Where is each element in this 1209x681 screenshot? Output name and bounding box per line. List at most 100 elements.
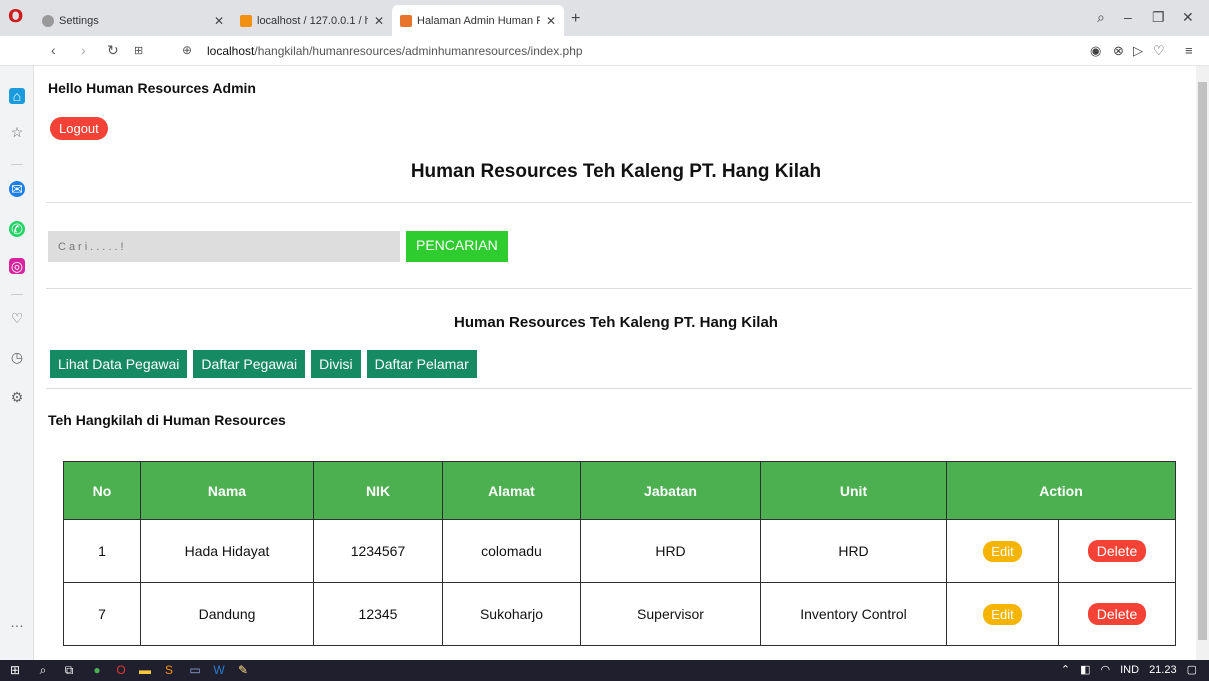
search-tabs-icon[interactable]: ⌕: [1097, 9, 1105, 26]
file-explorer-icon[interactable]: ▬: [138, 663, 152, 677]
cell-edit: Edit: [946, 582, 1059, 646]
adblock-icon[interactable]: ⊗: [1113, 43, 1124, 59]
share-icon[interactable]: ▷: [1133, 43, 1143, 59]
employee-table: No Nama NIK Alamat Jabatan Unit Action 1…: [63, 461, 1176, 646]
cell-jabatan: HRD: [580, 519, 761, 583]
phpmyadmin-icon: [240, 14, 252, 27]
column-header: Alamat: [442, 461, 581, 520]
tab-settings[interactable]: Settings ✕: [34, 5, 232, 36]
notification-icon[interactable]: ▢: [1187, 663, 1197, 676]
sidebar-divider: [11, 164, 23, 165]
cell-unit: HRD: [760, 519, 947, 583]
tab-phpmyadmin[interactable]: localhost / 127.0.0.1 / hang ✕: [232, 5, 392, 36]
close-window-icon[interactable]: ✕: [1182, 9, 1194, 26]
page-scrollbar[interactable]: [1196, 66, 1209, 660]
site-info-icon[interactable]: ⊕: [182, 43, 192, 57]
logout-button[interactable]: Logout: [50, 117, 108, 140]
reload-icon[interactable]: ↻: [107, 42, 119, 59]
view-employee-data-button[interactable]: Lihat Data Pegawai: [50, 350, 188, 378]
cell-jabatan: Supervisor: [580, 582, 761, 646]
new-tab-icon[interactable]: +: [571, 10, 580, 28]
windows-start-icon[interactable]: ⊞: [8, 663, 22, 677]
column-header: Action: [946, 461, 1176, 520]
cell-delete: Delete: [1058, 519, 1176, 583]
tab-admin-hr[interactable]: Halaman Admin Human Re ✕: [392, 5, 564, 36]
applicant-list-button[interactable]: Daftar Pelamar: [366, 350, 477, 378]
browser-tab-bar: O Settings ✕ localhost / 127.0.0.1 / han…: [0, 0, 1209, 36]
star-icon[interactable]: ☆: [9, 124, 25, 140]
divider: [46, 202, 1192, 203]
cell-nama: Dandung: [140, 582, 314, 646]
opera-icon[interactable]: O: [114, 663, 128, 677]
snapshot-icon[interactable]: ◉: [1090, 43, 1101, 59]
clock[interactable]: 21.23: [1149, 664, 1177, 676]
sidebar-divider: [11, 294, 23, 295]
search-button[interactable]: PENCARIAN: [406, 231, 508, 262]
section-heading: Human Resources Teh Kaleng PT. Hang Kila…: [454, 314, 778, 331]
cell-nama: Hada Hidayat: [140, 519, 314, 583]
edit-button[interactable]: Edit: [983, 603, 1022, 625]
delete-button[interactable]: Delete: [1087, 603, 1147, 625]
word-icon[interactable]: W: [212, 663, 226, 677]
settings-icon[interactable]: ⚙: [9, 389, 25, 405]
search-icon[interactable]: ⌕: [36, 663, 50, 677]
cell-alamat: colomadu: [442, 519, 581, 583]
column-header: Jabatan: [580, 461, 761, 520]
close-tab-icon[interactable]: ✕: [546, 14, 556, 28]
easy-setup-icon[interactable]: ≡: [1185, 43, 1193, 58]
heart-icon[interactable]: ♡: [1153, 43, 1165, 59]
maximize-icon[interactable]: ❐: [1152, 9, 1165, 26]
language-indicator[interactable]: IND: [1120, 664, 1139, 676]
cell-unit: Inventory Control: [760, 582, 947, 646]
gear-icon: [42, 14, 54, 27]
forward-icon[interactable]: ›: [81, 42, 86, 58]
url-field[interactable]: localhost/hangkilah/humanresources/admin…: [207, 44, 583, 58]
scrollbar-thumb[interactable]: [1198, 82, 1207, 640]
column-header: Nama: [140, 461, 314, 520]
windows-taskbar: ⊞ ⌕ ⧉ ● O ▬ S ▭ W ✎ ⌃ ◧ ◠ IND 21.23 ▢: [0, 660, 1209, 681]
page-title: Human Resources Teh Kaleng PT. Hang Kila…: [410, 161, 822, 182]
cell-edit: Edit: [946, 519, 1059, 583]
more-icon[interactable]: …: [9, 614, 25, 630]
browser-sidebar: ⌂ ☆ ✉ ✆ ◎ ♡ ◷ ⚙ …: [0, 66, 34, 660]
whatsapp-icon[interactable]: ✆: [9, 221, 25, 237]
edit-button[interactable]: Edit: [983, 540, 1022, 562]
table-row: 7 Dandung 12345 Sukoharjo Supervisor Inv…: [63, 582, 1176, 646]
heart-icon[interactable]: ♡: [9, 310, 25, 326]
table-header-row: No Nama NIK Alamat Jabatan Unit Action: [63, 461, 1176, 520]
show-hidden-icons-icon[interactable]: ⌃: [1061, 663, 1070, 676]
search-input[interactable]: [48, 231, 400, 262]
cell-nik: 12345: [313, 582, 443, 646]
table-row: 1 Hada Hidayat 1234567 colomadu HRD HRD …: [63, 519, 1176, 583]
history-icon[interactable]: ◷: [9, 349, 25, 365]
employee-list-button[interactable]: Daftar Pegawai: [193, 350, 306, 378]
wifi-icon[interactable]: ◠: [1101, 663, 1111, 676]
back-icon[interactable]: ‹: [51, 42, 56, 58]
speed-dial-icon[interactable]: ⊞: [134, 44, 143, 57]
sublime-icon[interactable]: S: [162, 663, 176, 677]
opera-menu-icon[interactable]: O: [8, 6, 23, 27]
nav-button-group: Lihat Data Pegawai Daftar Pegawai Divisi…: [50, 350, 477, 378]
divider: [46, 288, 1192, 289]
terminal-icon[interactable]: ▭: [188, 663, 202, 677]
network-icon[interactable]: ◧: [1080, 663, 1090, 676]
column-header: No: [63, 461, 141, 520]
divider: [46, 388, 1192, 389]
cell-no: 7: [63, 582, 141, 646]
cell-no: 1: [63, 519, 141, 583]
greeting-text: Hello Human Resources Admin: [48, 80, 256, 96]
division-button[interactable]: Divisi: [311, 350, 361, 378]
instagram-icon[interactable]: ◎: [9, 258, 25, 274]
column-header: NIK: [313, 461, 443, 520]
home-icon[interactable]: ⌂: [9, 88, 25, 104]
task-view-icon[interactable]: ⧉: [62, 663, 76, 677]
table-title: Teh Hangkilah di Human Resources: [48, 412, 286, 428]
close-tab-icon[interactable]: ✕: [214, 14, 224, 28]
delete-button[interactable]: Delete: [1087, 540, 1147, 562]
notepad-icon[interactable]: ✎: [236, 663, 250, 677]
cell-delete: Delete: [1058, 582, 1176, 646]
close-tab-icon[interactable]: ✕: [374, 14, 384, 28]
chrome-icon[interactable]: ●: [90, 663, 104, 677]
messenger-icon[interactable]: ✉: [9, 181, 25, 197]
minimize-icon[interactable]: –: [1124, 9, 1132, 25]
